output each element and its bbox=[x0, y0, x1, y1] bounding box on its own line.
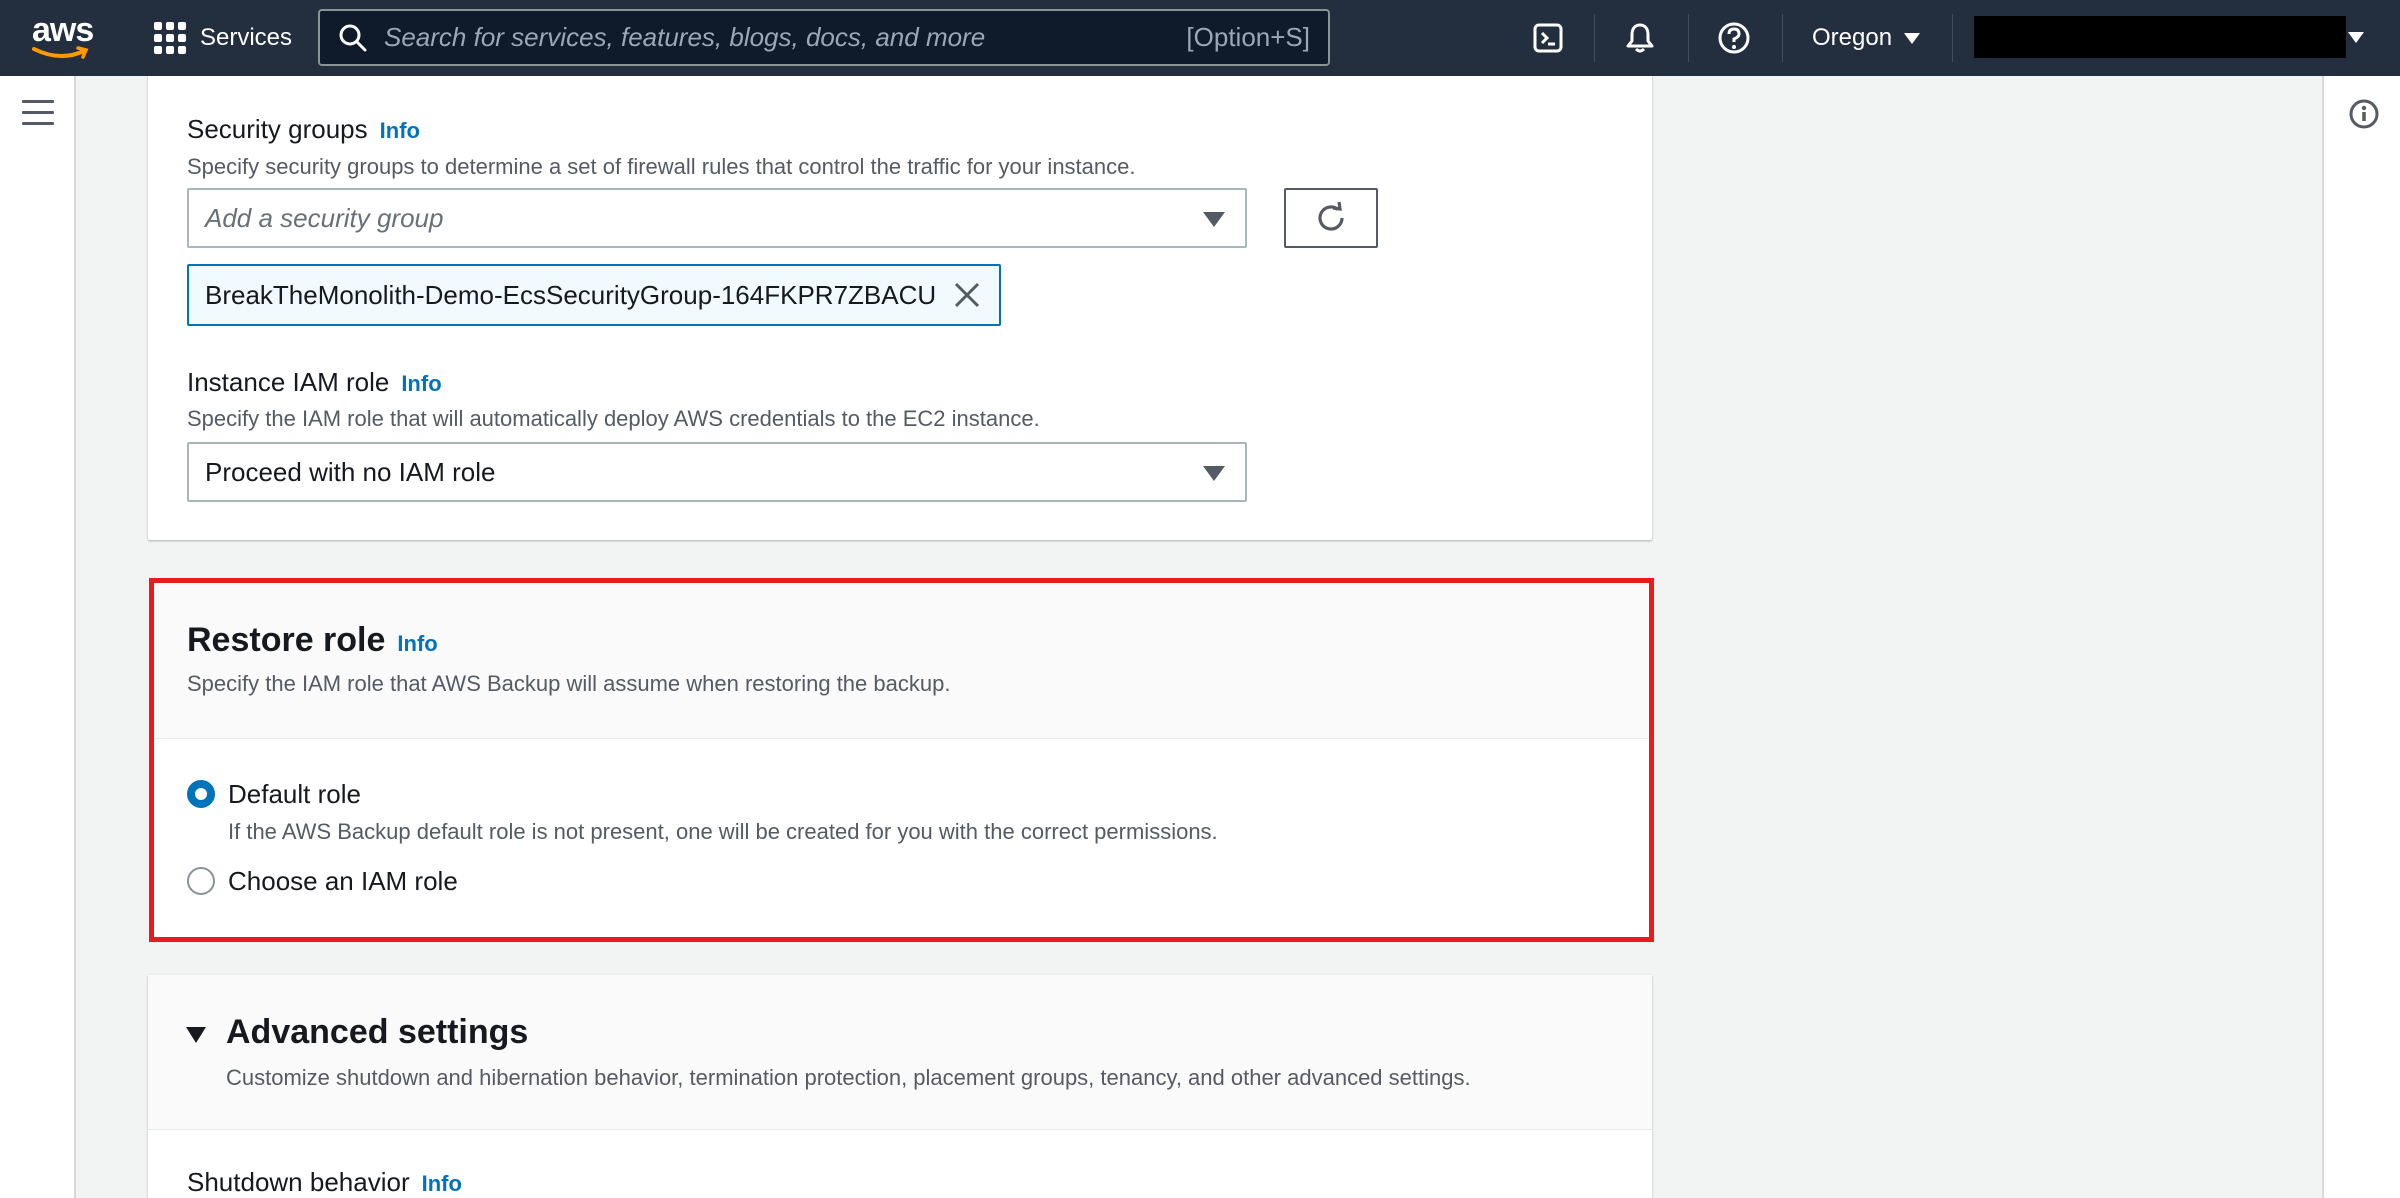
search-icon bbox=[339, 24, 367, 51]
restore-role-info-link[interactable]: Info bbox=[397, 631, 437, 656]
cloudshell-button[interactable] bbox=[1528, 18, 1568, 58]
region-selector[interactable]: Oregon bbox=[1812, 18, 1921, 58]
refresh-security-groups-button[interactable] bbox=[1284, 188, 1378, 248]
iam-role-select[interactable]: Proceed with no IAM role bbox=[187, 442, 1247, 502]
iam-role-info-link[interactable]: Info bbox=[401, 371, 441, 396]
services-grid-icon bbox=[154, 22, 186, 54]
shutdown-behavior-info-link[interactable]: Info bbox=[422, 1171, 462, 1196]
region-label: Oregon bbox=[1812, 24, 1893, 51]
security-groups-label: Security groups Info bbox=[187, 114, 420, 144]
caret-down-icon bbox=[1203, 466, 1225, 481]
security-group-token-label: BreakTheMonolith-Demo-EcsSecurityGroup-1… bbox=[205, 279, 937, 310]
choose-iam-role-radio[interactable] bbox=[187, 867, 215, 895]
advanced-settings-description: Customize shutdown and hibernation behav… bbox=[226, 1065, 1471, 1090]
nav-divider bbox=[1688, 14, 1689, 62]
collapse-triangle-icon[interactable] bbox=[186, 1027, 206, 1043]
aws-logo-text: aws bbox=[32, 11, 94, 49]
security-group-select[interactable]: Add a security group bbox=[187, 188, 1247, 248]
right-tools-rail bbox=[2322, 76, 2400, 1198]
restore-role-description: Specify the IAM role that AWS Backup wil… bbox=[187, 671, 951, 696]
nav-divider bbox=[1782, 14, 1783, 62]
services-menu-button[interactable]: Services bbox=[154, 18, 292, 58]
notifications-button[interactable] bbox=[1620, 18, 1660, 58]
nav-divider bbox=[1594, 14, 1595, 62]
menu-icon[interactable] bbox=[22, 100, 54, 126]
advanced-settings-header[interactable]: Advanced settings Customize shutdown and… bbox=[148, 975, 1652, 1130]
security-group-placeholder: Add a security group bbox=[205, 202, 444, 233]
default-role-description: If the AWS Backup default role is not pr… bbox=[228, 819, 1218, 844]
default-role-label[interactable]: Default role bbox=[228, 779, 361, 810]
search-placeholder: Search for services, features, blogs, do… bbox=[384, 22, 986, 52]
shutdown-behavior-label: Shutdown behavior Info bbox=[187, 1167, 462, 1197]
aws-logo[interactable]: aws bbox=[32, 11, 96, 62]
cloudshell-icon bbox=[1533, 23, 1563, 53]
security-group-token: BreakTheMonolith-Demo-EcsSecurityGroup-1… bbox=[187, 264, 1001, 326]
aws-smile-icon bbox=[32, 46, 89, 59]
caret-down-icon bbox=[1904, 32, 1921, 44]
security-groups-description: Specify security groups to determine a s… bbox=[187, 154, 1136, 179]
restore-role-panel: Restore role Info Specify the IAM role th… bbox=[149, 578, 1654, 942]
default-role-radio[interactable] bbox=[187, 780, 215, 808]
help-button[interactable] bbox=[1714, 18, 1754, 58]
advanced-settings-panel: Advanced settings Customize shutdown and… bbox=[148, 975, 1652, 1198]
iam-role-selected-value: Proceed with no IAM role bbox=[205, 456, 496, 487]
restore-role-title: Restore role Info bbox=[187, 621, 438, 659]
left-navigation-rail bbox=[0, 76, 76, 1198]
account-menu-redacted[interactable] bbox=[1974, 16, 2346, 58]
nav-divider bbox=[1952, 14, 1953, 62]
caret-down-icon bbox=[1203, 212, 1225, 227]
search-shortcut-hint: [Option+S] bbox=[1186, 22, 1310, 52]
services-label: Services bbox=[200, 24, 293, 51]
iam-role-description: Specify the IAM role that will automatic… bbox=[187, 406, 1040, 431]
info-icon[interactable] bbox=[2348, 98, 2380, 130]
security-groups-info-link[interactable]: Info bbox=[380, 118, 420, 143]
restore-role-header: Restore role Info Specify the IAM role th… bbox=[154, 583, 1649, 739]
caret-down-icon bbox=[2348, 32, 2364, 43]
choose-iam-role-label[interactable]: Choose an IAM role bbox=[228, 866, 458, 897]
close-icon[interactable] bbox=[952, 280, 982, 310]
help-icon bbox=[1718, 22, 1750, 54]
search-input[interactable]: Search for services, features, blogs, do… bbox=[318, 9, 1330, 66]
refresh-icon bbox=[1318, 201, 1344, 231]
bell-icon bbox=[1626, 23, 1654, 53]
top-navigation-bar: aws Services Search for services, featur… bbox=[0, 0, 2400, 76]
network-settings-panel: Security groups Info Specify security gro… bbox=[148, 76, 1652, 540]
iam-role-label: Instance IAM role Info bbox=[187, 367, 442, 397]
advanced-settings-title[interactable]: Advanced settings bbox=[226, 1013, 528, 1052]
